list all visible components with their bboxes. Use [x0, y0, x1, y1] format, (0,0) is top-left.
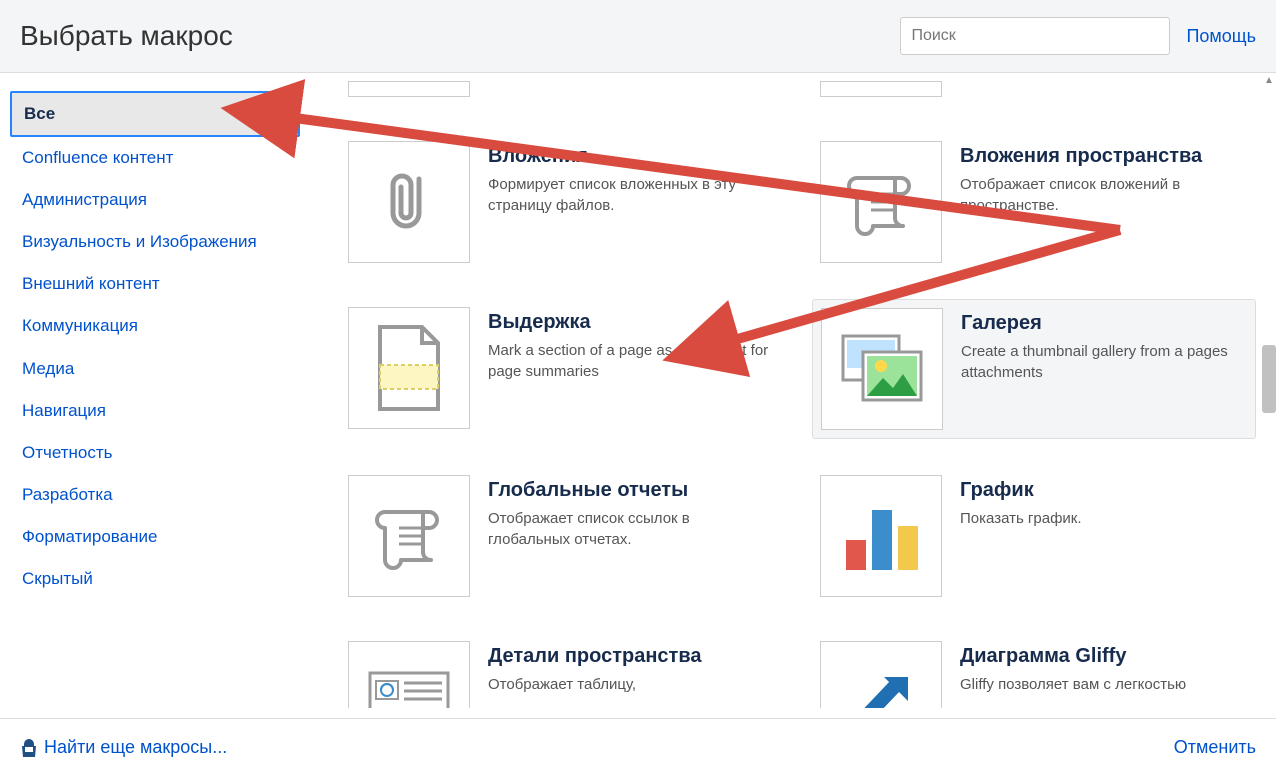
gliffy-arrow-icon: [820, 641, 942, 708]
sidebar-item-label: Медиа: [22, 359, 74, 378]
sidebar-item-label: Внешний контент: [22, 274, 160, 293]
sidebar-item-formatting[interactable]: Форматирование: [10, 516, 300, 558]
sidebar-item-label: Разработка: [22, 485, 113, 504]
macro-title: Вложения пространства: [960, 145, 1248, 168]
macro-card-cutoff[interactable]: [340, 73, 784, 105]
macro-desc: Отображает таблицу,: [488, 674, 776, 695]
category-sidebar: Все Confluence контент Администрация Виз…: [0, 73, 310, 718]
scrollbar-thumb[interactable]: [1262, 345, 1276, 413]
macro-card-gallery[interactable]: Галерея Create a thumbnail gallery from …: [812, 299, 1256, 439]
macro-card-chart[interactable]: График Показать график.: [812, 467, 1256, 605]
paperclip-icon: [348, 141, 470, 263]
dialog-header: Выбрать макрос Помощь: [0, 0, 1276, 72]
macro-desc: Показать график.: [960, 508, 1248, 529]
sidebar-item-media[interactable]: Медиа: [10, 348, 300, 390]
cancel-link[interactable]: Отменить: [1174, 737, 1256, 758]
gallery-icon: [821, 308, 943, 430]
sidebar-item-visuals-images[interactable]: Визуальность и Изображения: [10, 221, 300, 263]
macro-title: Вложения: [488, 145, 776, 168]
macro-card-space-details[interactable]: Детали пространства Отображает таблицу,: [340, 633, 784, 708]
macro-text: Галерея Create a thumbnail gallery from …: [961, 308, 1247, 430]
dialog-title: Выбрать макрос: [20, 20, 233, 52]
macro-title: Диаграмма Gliffy: [960, 645, 1248, 668]
macro-desc: Отображает список вложений в пространств…: [960, 174, 1248, 216]
sidebar-item-label: Навигация: [22, 401, 106, 420]
macro-text: График Показать график.: [960, 475, 1248, 597]
macro-text: Выдержка Mark a section of a page as an …: [488, 307, 776, 431]
macro-text: Детали пространства Отображает таблицу,: [488, 641, 776, 700]
sidebar-item-hidden[interactable]: Скрытый: [10, 558, 300, 600]
sidebar-item-label: Коммуникация: [22, 316, 138, 335]
macro-title: Глобальные отчеты: [488, 479, 776, 502]
macro-desc: Gliffy позволяет вам с легкостью: [960, 674, 1248, 695]
sidebar-item-navigation[interactable]: Навигация: [10, 390, 300, 432]
dialog-body: Все Confluence контент Администрация Виз…: [0, 72, 1276, 718]
footer-left: Найти еще макросы...: [20, 737, 227, 758]
sidebar-item-external-content[interactable]: Внешний контент: [10, 263, 300, 305]
macro-grid: Вложения Формирует список вложенных в эт…: [340, 73, 1256, 708]
macro-card-cutoff[interactable]: [812, 73, 1256, 105]
sidebar-item-label: Confluence контент: [22, 148, 173, 167]
macro-title: График: [960, 479, 1248, 502]
macro-title: Галерея: [961, 312, 1247, 335]
macro-desc: Mark a section of a page as an excerpt f…: [488, 340, 776, 382]
macro-text: Вложения Формирует список вложенных в эт…: [488, 141, 776, 263]
macro-icon-cutoff: [820, 81, 942, 97]
sidebar-item-development[interactable]: Разработка: [10, 474, 300, 516]
macro-title: Детали пространства: [488, 645, 776, 668]
bar-chart-icon: [820, 475, 942, 597]
sidebar-item-label: Отчетность: [22, 443, 113, 462]
sidebar-item-label: Форматирование: [22, 527, 157, 546]
dialog-footer: Найти еще макросы... Отменить: [0, 718, 1276, 776]
sidebar-item-administration[interactable]: Администрация: [10, 179, 300, 221]
macro-card-attachments[interactable]: Вложения Формирует список вложенных в эт…: [340, 133, 784, 271]
scroll-icon: [820, 141, 942, 263]
macro-text: Диаграмма Gliffy Gliffy позволяет вам с …: [960, 641, 1248, 700]
macro-icon-cutoff: [348, 81, 470, 97]
sidebar-item-label: Визуальность и Изображения: [22, 232, 257, 251]
macro-desc: Формирует список вложенных в эту страниц…: [488, 174, 776, 216]
find-more-macros-link[interactable]: Найти еще макросы...: [44, 737, 227, 758]
header-right: Помощь: [900, 17, 1256, 55]
sidebar-item-label: Все: [24, 104, 55, 123]
details-table-icon: [348, 641, 470, 708]
macro-browser: Вложения Формирует список вложенных в эт…: [310, 73, 1276, 718]
marketplace-icon: [20, 738, 38, 758]
macro-text: Вложения пространства Отображает список …: [960, 141, 1248, 263]
scroll-icon: [348, 475, 470, 597]
sidebar-item-communication[interactable]: Коммуникация: [10, 305, 300, 347]
sidebar-item-reporting[interactable]: Отчетность: [10, 432, 300, 474]
page-excerpt-icon: [348, 307, 470, 429]
search-input[interactable]: [900, 17, 1170, 55]
help-link[interactable]: Помощь: [1186, 26, 1256, 47]
macro-card-global-reports[interactable]: Глобальные отчеты Отображает список ссыл…: [340, 467, 784, 605]
sidebar-item-label: Скрытый: [22, 569, 93, 588]
macro-title: Выдержка: [488, 311, 776, 334]
macro-desc: Отображает список ссылок в глобальных от…: [488, 508, 776, 550]
scroll-up-arrow-icon[interactable]: ▲: [1262, 73, 1276, 87]
sidebar-item-label: Администрация: [22, 190, 147, 209]
macro-card-excerpt[interactable]: Выдержка Mark a section of a page as an …: [340, 299, 784, 439]
macro-card-gliffy[interactable]: Диаграмма Gliffy Gliffy позволяет вам с …: [812, 633, 1256, 708]
macro-text: Глобальные отчеты Отображает список ссыл…: [488, 475, 776, 597]
sidebar-item-confluence-content[interactable]: Confluence контент: [10, 137, 300, 179]
macro-desc: Create a thumbnail gallery from a pages …: [961, 341, 1247, 383]
sidebar-item-all[interactable]: Все: [10, 91, 300, 137]
macro-card-space-attachments[interactable]: Вложения пространства Отображает список …: [812, 133, 1256, 271]
